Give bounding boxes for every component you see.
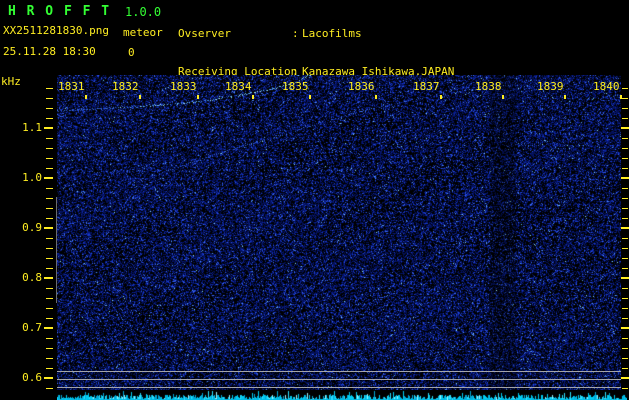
tick-mark xyxy=(46,258,53,259)
freq-axis-label: 1.0 xyxy=(22,171,42,184)
tick-mark xyxy=(622,208,628,209)
freq-axis-label: 0.7 xyxy=(22,321,42,334)
tick-mark xyxy=(622,168,628,169)
time-axis-label: 1836 xyxy=(348,80,375,93)
mode-label: meteor xyxy=(123,26,163,39)
datetime-label: 25.11.28 18:30 xyxy=(3,45,96,58)
tick-mark xyxy=(46,98,53,99)
tick-mark xyxy=(46,218,53,219)
meteor-count: 0 xyxy=(128,46,135,59)
tick-mark xyxy=(621,127,629,129)
tick-mark xyxy=(46,348,53,349)
time-axis-label: 1834 xyxy=(225,80,252,93)
time-axis-label: 1840 xyxy=(593,80,620,93)
tick-mark xyxy=(622,318,628,319)
tick-mark xyxy=(46,268,53,269)
tick-mark xyxy=(622,148,628,149)
time-axis-label: 1831 xyxy=(58,80,85,93)
time-axis-label: 1832 xyxy=(112,80,139,93)
tick-mark xyxy=(46,318,53,319)
tick-mark xyxy=(622,268,628,269)
tick-mark xyxy=(46,108,53,109)
calibration-line-1 xyxy=(57,371,621,372)
time-axis-label: 1835 xyxy=(282,80,309,93)
app-version: 1.0.0 xyxy=(125,5,162,19)
tick-mark xyxy=(44,327,53,329)
tick-mark xyxy=(46,168,53,169)
tick-mark xyxy=(46,158,53,159)
tick-mark xyxy=(46,338,53,339)
time-axis-label: 1837 xyxy=(413,80,440,93)
freq-axis-label: 0.9 xyxy=(22,221,42,234)
tick-mark xyxy=(622,158,628,159)
calibration-line-3 xyxy=(57,387,621,388)
freq-axis-label: 0.8 xyxy=(22,271,42,284)
tick-mark xyxy=(46,208,53,209)
tick-mark xyxy=(46,148,53,149)
tick-mark xyxy=(622,298,628,299)
app-title: H R O F F T xyxy=(8,4,111,19)
tick-mark xyxy=(46,248,53,249)
tick-mark xyxy=(622,118,628,119)
signal-level-meter xyxy=(57,390,627,400)
tick-mark xyxy=(622,388,628,389)
tick-mark xyxy=(622,88,628,89)
tick-mark xyxy=(46,288,53,289)
tick-mark xyxy=(621,227,629,229)
tick-mark xyxy=(46,88,53,89)
tick-mark xyxy=(46,308,53,309)
tick-mark xyxy=(622,368,628,369)
output-filename: XX2511281830.png xyxy=(3,24,109,37)
time-axis-label: 1838 xyxy=(475,80,502,93)
time-axis-label: 1839 xyxy=(537,80,564,93)
freq-axis-label: 1.1 xyxy=(22,121,42,134)
tick-mark xyxy=(622,218,628,219)
tick-mark xyxy=(44,127,53,129)
tick-mark xyxy=(46,388,53,389)
tick-mark xyxy=(622,358,628,359)
tick-mark xyxy=(622,288,628,289)
tick-mark xyxy=(621,177,629,179)
tick-mark xyxy=(622,98,628,99)
tick-mark xyxy=(46,368,53,369)
tick-mark xyxy=(46,188,53,189)
tick-mark xyxy=(46,118,53,119)
info-value: Lacofilms xyxy=(302,27,362,40)
info-row-observer: Ovserver: Lacofilms xyxy=(178,27,362,40)
tick-mark xyxy=(621,377,629,379)
tick-mark xyxy=(46,198,53,199)
plot-left-edge-line xyxy=(56,197,57,303)
tick-mark xyxy=(622,108,628,109)
spectrogram-canvas xyxy=(57,75,621,391)
tick-mark xyxy=(622,308,628,309)
tick-mark xyxy=(46,298,53,299)
freq-axis-unit: kHz xyxy=(1,75,21,88)
hrofft-window: H R O F F T 1.0.0 XX2511281830.png meteo… xyxy=(0,0,629,400)
tick-mark xyxy=(622,348,628,349)
tick-mark xyxy=(44,377,53,379)
time-axis-label: 1833 xyxy=(170,80,197,93)
tick-mark xyxy=(621,277,629,279)
freq-axis-label: 0.6 xyxy=(22,371,42,384)
tick-mark xyxy=(46,358,53,359)
tick-mark xyxy=(621,327,629,329)
tick-mark xyxy=(44,227,53,229)
tick-mark xyxy=(44,277,53,279)
tick-mark xyxy=(622,198,628,199)
tick-mark xyxy=(622,138,628,139)
tick-mark xyxy=(622,188,628,189)
tick-mark xyxy=(622,248,628,249)
tick-mark xyxy=(44,177,53,179)
tick-mark xyxy=(46,138,53,139)
tick-mark xyxy=(622,338,628,339)
tick-mark xyxy=(622,238,628,239)
tick-mark xyxy=(46,238,53,239)
info-label: Ovserver xyxy=(178,27,231,40)
tick-mark xyxy=(622,258,628,259)
calibration-line-2 xyxy=(57,379,621,380)
